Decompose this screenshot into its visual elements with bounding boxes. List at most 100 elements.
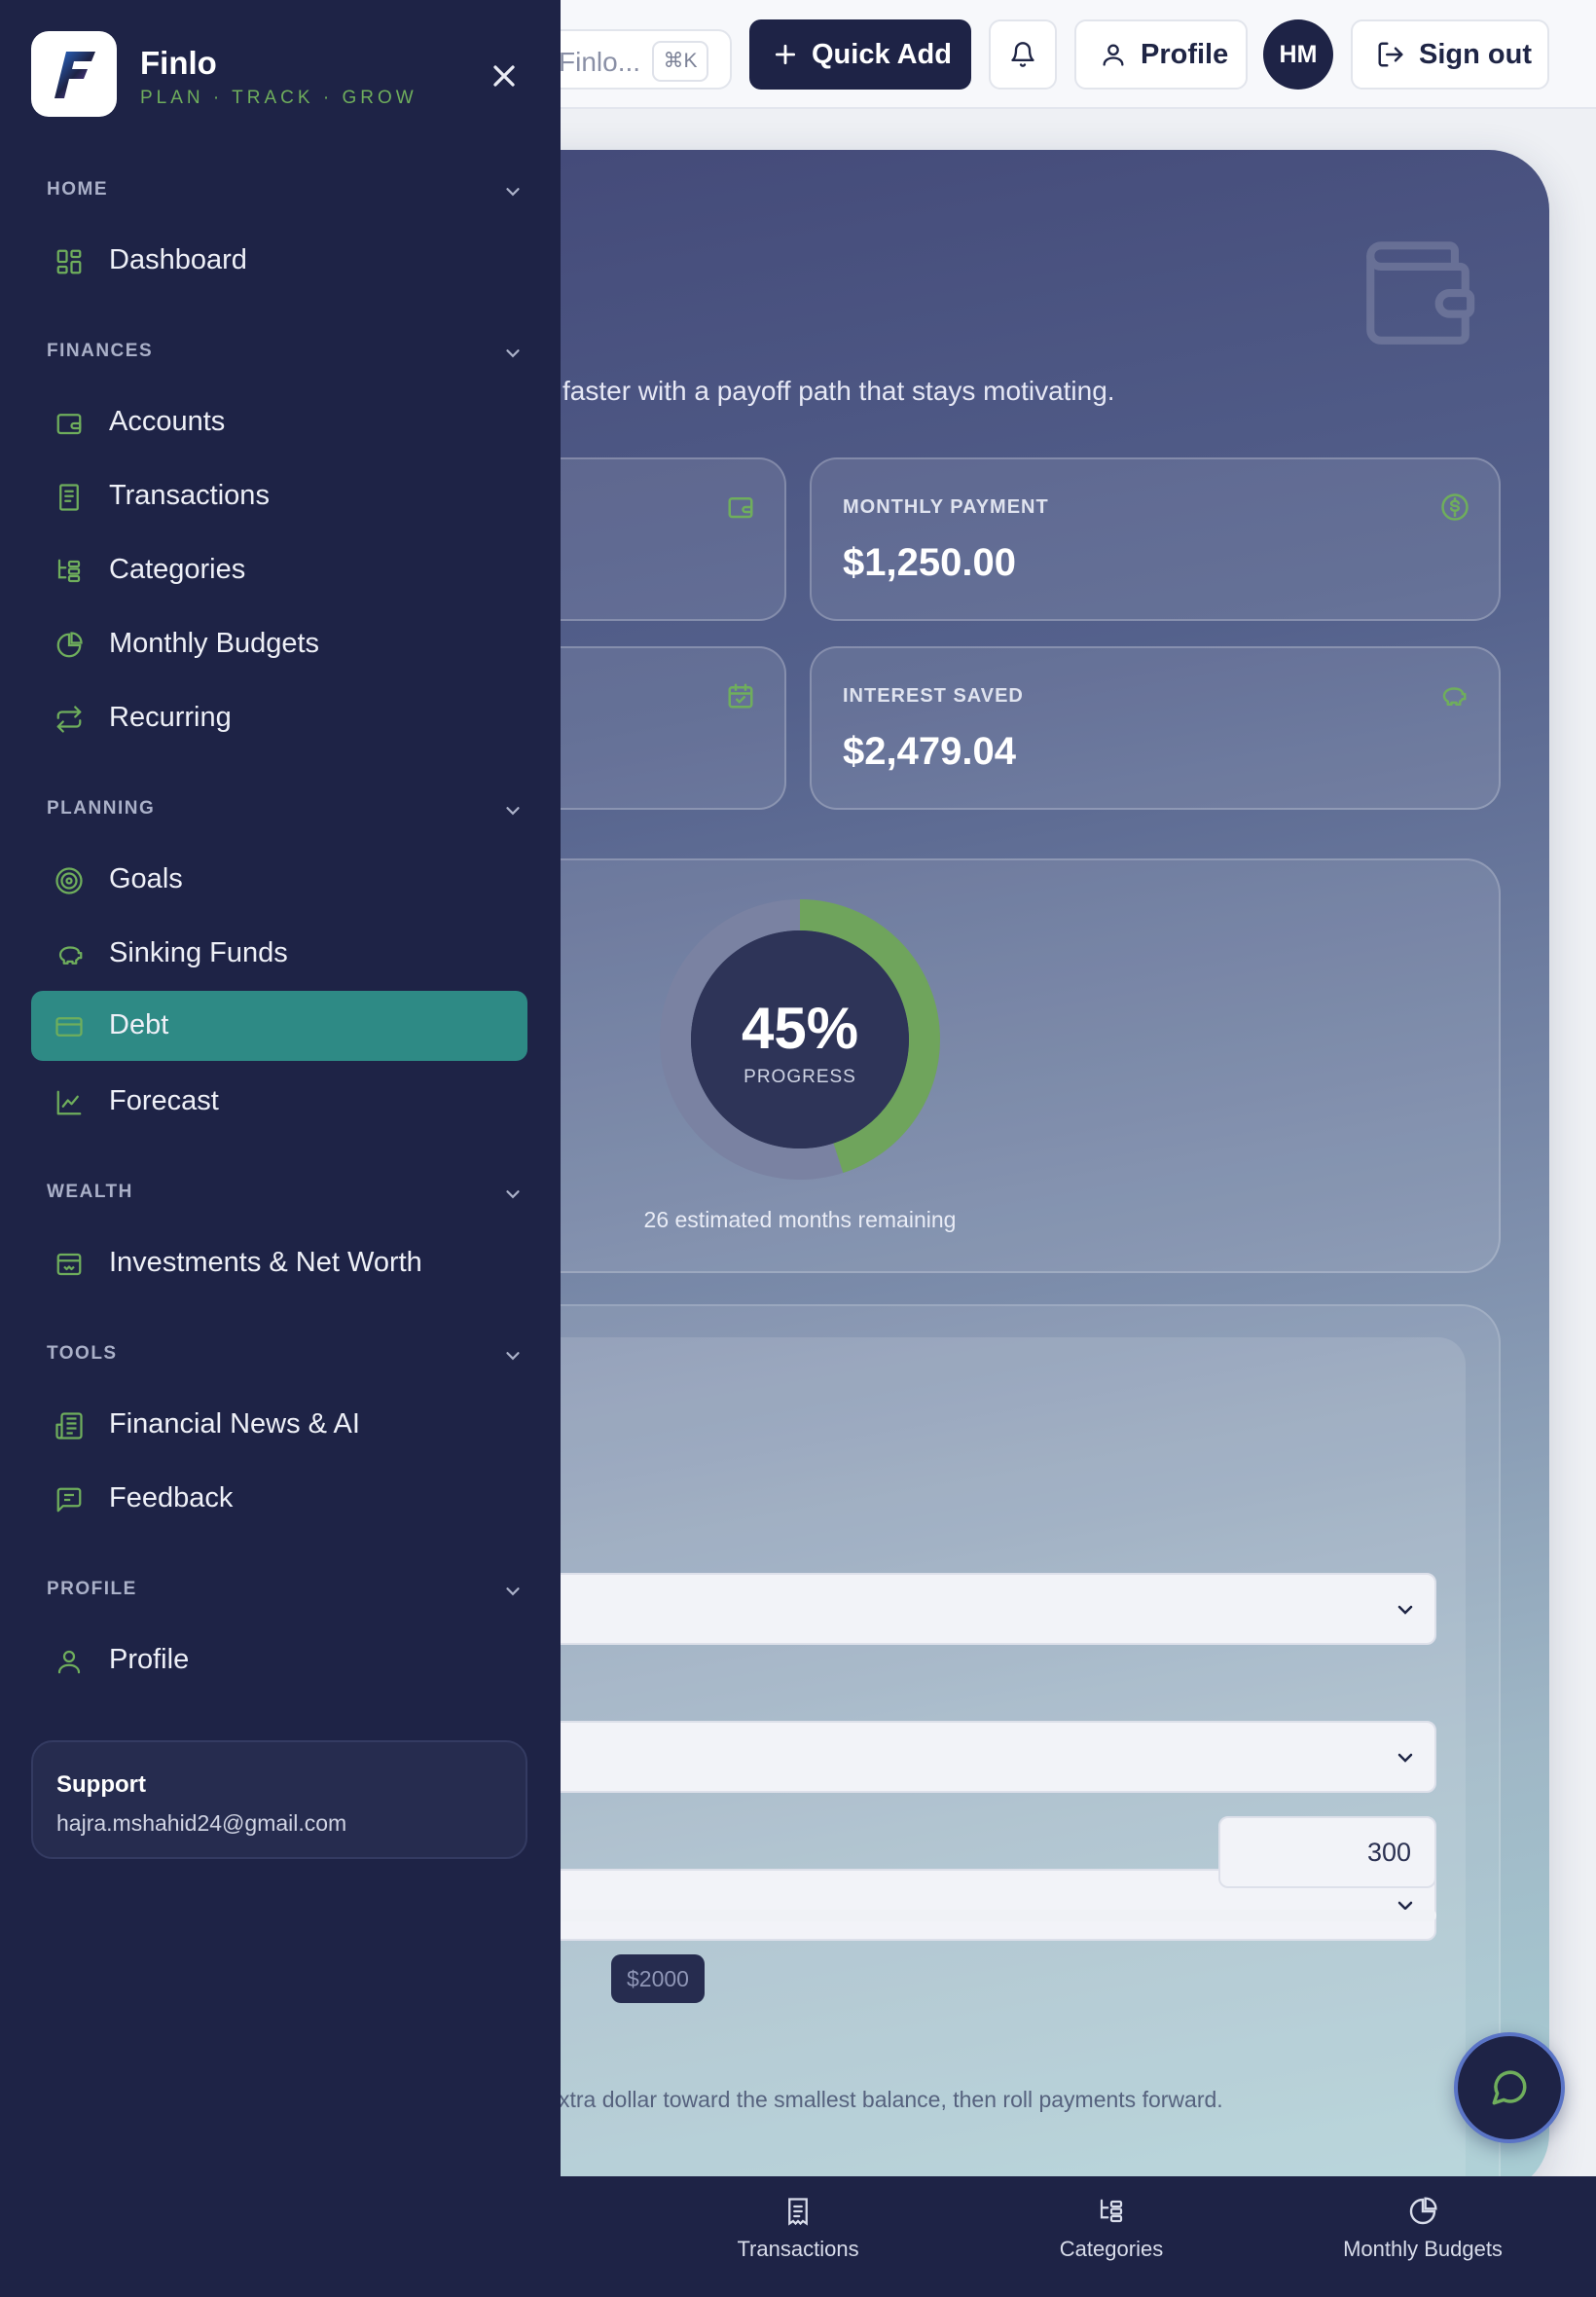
sidebar-item-recurring[interactable]: Recurring [31, 683, 527, 753]
bottom-nav-label: Transactions [737, 2237, 859, 2261]
sign-out-label: Sign out [1419, 38, 1532, 70]
section-label: HOME [47, 179, 108, 200]
investments-icon [56, 1253, 82, 1276]
sidebar-item-profile[interactable]: Profile [31, 1625, 527, 1695]
wallet-icon [56, 414, 82, 435]
brand-tagline: PLAN · TRACK · GROW [140, 88, 417, 108]
chat-bubble-icon [1492, 2070, 1527, 2105]
logout-icon [1378, 42, 1403, 67]
chat-assistant-button[interactable] [1454, 2032, 1565, 2143]
quick-add-button[interactable]: Quick Add [749, 19, 971, 90]
extra-payment-input[interactable]: 300 [1218, 1816, 1436, 1888]
chevron-down-icon [506, 807, 520, 816]
sidebar-item-categories[interactable]: Categories [31, 535, 527, 605]
chevron-down-icon [506, 349, 520, 358]
sign-out-button[interactable]: Sign out [1351, 19, 1549, 90]
months-remaining: 26 estimated months remaining [643, 1207, 957, 1232]
sidebar-drawer: Finlo PLAN · TRACK · GROW HOME Dashboard… [0, 0, 561, 2297]
sidebar-item-label: Transactions [109, 480, 270, 511]
sidebar-item-label: Forecast [109, 1085, 219, 1116]
sidebar-item-investments[interactable]: Investments & Net Worth [31, 1228, 527, 1298]
user-icon [1103, 44, 1124, 66]
sidebar-item-monthly-budgets[interactable]: Monthly Budgets [31, 609, 527, 679]
finlo-logo-icon [54, 52, 95, 98]
wallet-icon [728, 497, 753, 519]
sidebar-item-transactions[interactable]: Transactions [31, 461, 527, 531]
stat-label: MONTHLY PAYMENT [843, 496, 1049, 518]
support-title: Support [56, 1771, 146, 1798]
sidebar-item-label: Accounts [109, 406, 226, 437]
sidebar-item-debt[interactable]: Debt [31, 991, 527, 1061]
wallet-icon [1366, 241, 1475, 345]
sidebar-item-label: Categories [109, 554, 246, 585]
progress-percent: 45% [741, 996, 859, 1061]
newspaper-icon [55, 1412, 83, 1440]
profile-button-label: Profile [1141, 38, 1229, 70]
stat-card-monthly-payment: MONTHLY PAYMENT $1,250.00 [810, 457, 1501, 621]
section-home[interactable]: HOME [47, 179, 524, 201]
app-logo[interactable] [31, 31, 117, 117]
section-tools[interactable]: TOOLS [47, 1343, 524, 1365]
chevron-down-icon [506, 188, 520, 197]
bottom-nav-monthly-budgets[interactable]: Monthly Budgets [1306, 2196, 1540, 2262]
sidebar-item-label: Dashboard [109, 244, 247, 275]
notifications-button[interactable] [989, 19, 1057, 90]
sidebar-item-label: Goals [109, 863, 183, 894]
section-label: PLANNING [47, 798, 156, 819]
sidebar-item-label: Financial News & AI [109, 1408, 360, 1440]
sidebar-item-label: Debt [109, 1009, 169, 1040]
bell-icon [1011, 42, 1034, 67]
quick-add-label: Quick Add [812, 38, 952, 70]
calendar-check-icon [728, 683, 753, 709]
target-icon [55, 867, 83, 894]
line-chart-icon [56, 1090, 82, 1115]
section-wealth[interactable]: WEALTH [47, 1182, 524, 1203]
pie-chart-icon [1409, 2197, 1437, 2225]
avatar[interactable]: HM [1263, 19, 1333, 90]
message-square-icon [56, 1487, 82, 1513]
dollar-circle-icon [1441, 493, 1469, 521]
section-profile[interactable]: PROFILE [47, 1579, 524, 1600]
stat-card-interest-saved: INTEREST SAVED $2,479.04 [810, 646, 1501, 810]
chevron-down-icon [506, 1190, 520, 1199]
profile-button[interactable]: Profile [1074, 19, 1248, 90]
stat-value: $2,479.04 [843, 730, 1016, 773]
piggy-bank-icon [58, 946, 83, 965]
bottom-nav-transactions[interactable]: Transactions [681, 2196, 915, 2262]
section-label: PROFILE [47, 1579, 137, 1599]
section-label: TOOLS [47, 1343, 118, 1364]
piggy-bank-icon [1442, 687, 1467, 706]
section-planning[interactable]: PLANNING [47, 798, 524, 820]
sidebar-item-forecast[interactable]: Forecast [31, 1067, 527, 1137]
support-card: Support hajra.mshahid24@gmail.com [31, 1740, 527, 1859]
sidebar-item-feedback[interactable]: Feedback [31, 1464, 527, 1534]
progress-label: PROGRESS [744, 1067, 856, 1087]
stat-value: $1,250.00 [843, 541, 1016, 584]
sidebar-item-accounts[interactable]: Accounts [31, 387, 527, 457]
sidebar-item-label: Monthly Budgets [109, 628, 320, 659]
stat-label: INTEREST SAVED [843, 685, 1024, 707]
support-email[interactable]: hajra.mshahid24@gmail.com [56, 1810, 346, 1837]
receipt-icon [788, 2198, 808, 2226]
search-placeholder: Finlo... [559, 47, 641, 77]
bottom-nav-label: Categories [1059, 2237, 1164, 2261]
receipt-icon [59, 484, 79, 511]
sidebar-item-news[interactable]: Financial News & AI [31, 1390, 527, 1460]
credit-card-icon [55, 1017, 83, 1037]
sidebar-item-sinking-funds[interactable]: Sinking Funds [31, 919, 527, 989]
section-label: WEALTH [47, 1182, 133, 1202]
repeat-icon [56, 706, 82, 733]
sidebar-item-goals[interactable]: Goals [31, 845, 527, 915]
sidebar-item-dashboard[interactable]: Dashboard [31, 226, 527, 296]
sidebar-item-label: Recurring [109, 702, 232, 733]
sidebar-item-label: Profile [109, 1644, 190, 1675]
preset-chip[interactable]: $2000 [611, 1954, 705, 2003]
section-finances[interactable]: FINANCES [47, 341, 524, 362]
hero-subtitle: faster with a payoff path that stays mot… [562, 376, 1115, 406]
bottom-nav-categories[interactable]: Categories [995, 2196, 1228, 2262]
chevron-down-icon [1397, 1753, 1413, 1763]
user-icon [57, 1650, 81, 1674]
close-icon[interactable] [487, 58, 522, 93]
bottom-nav-label: Monthly Budgets [1343, 2237, 1503, 2261]
chevron-down-icon [506, 1587, 520, 1596]
